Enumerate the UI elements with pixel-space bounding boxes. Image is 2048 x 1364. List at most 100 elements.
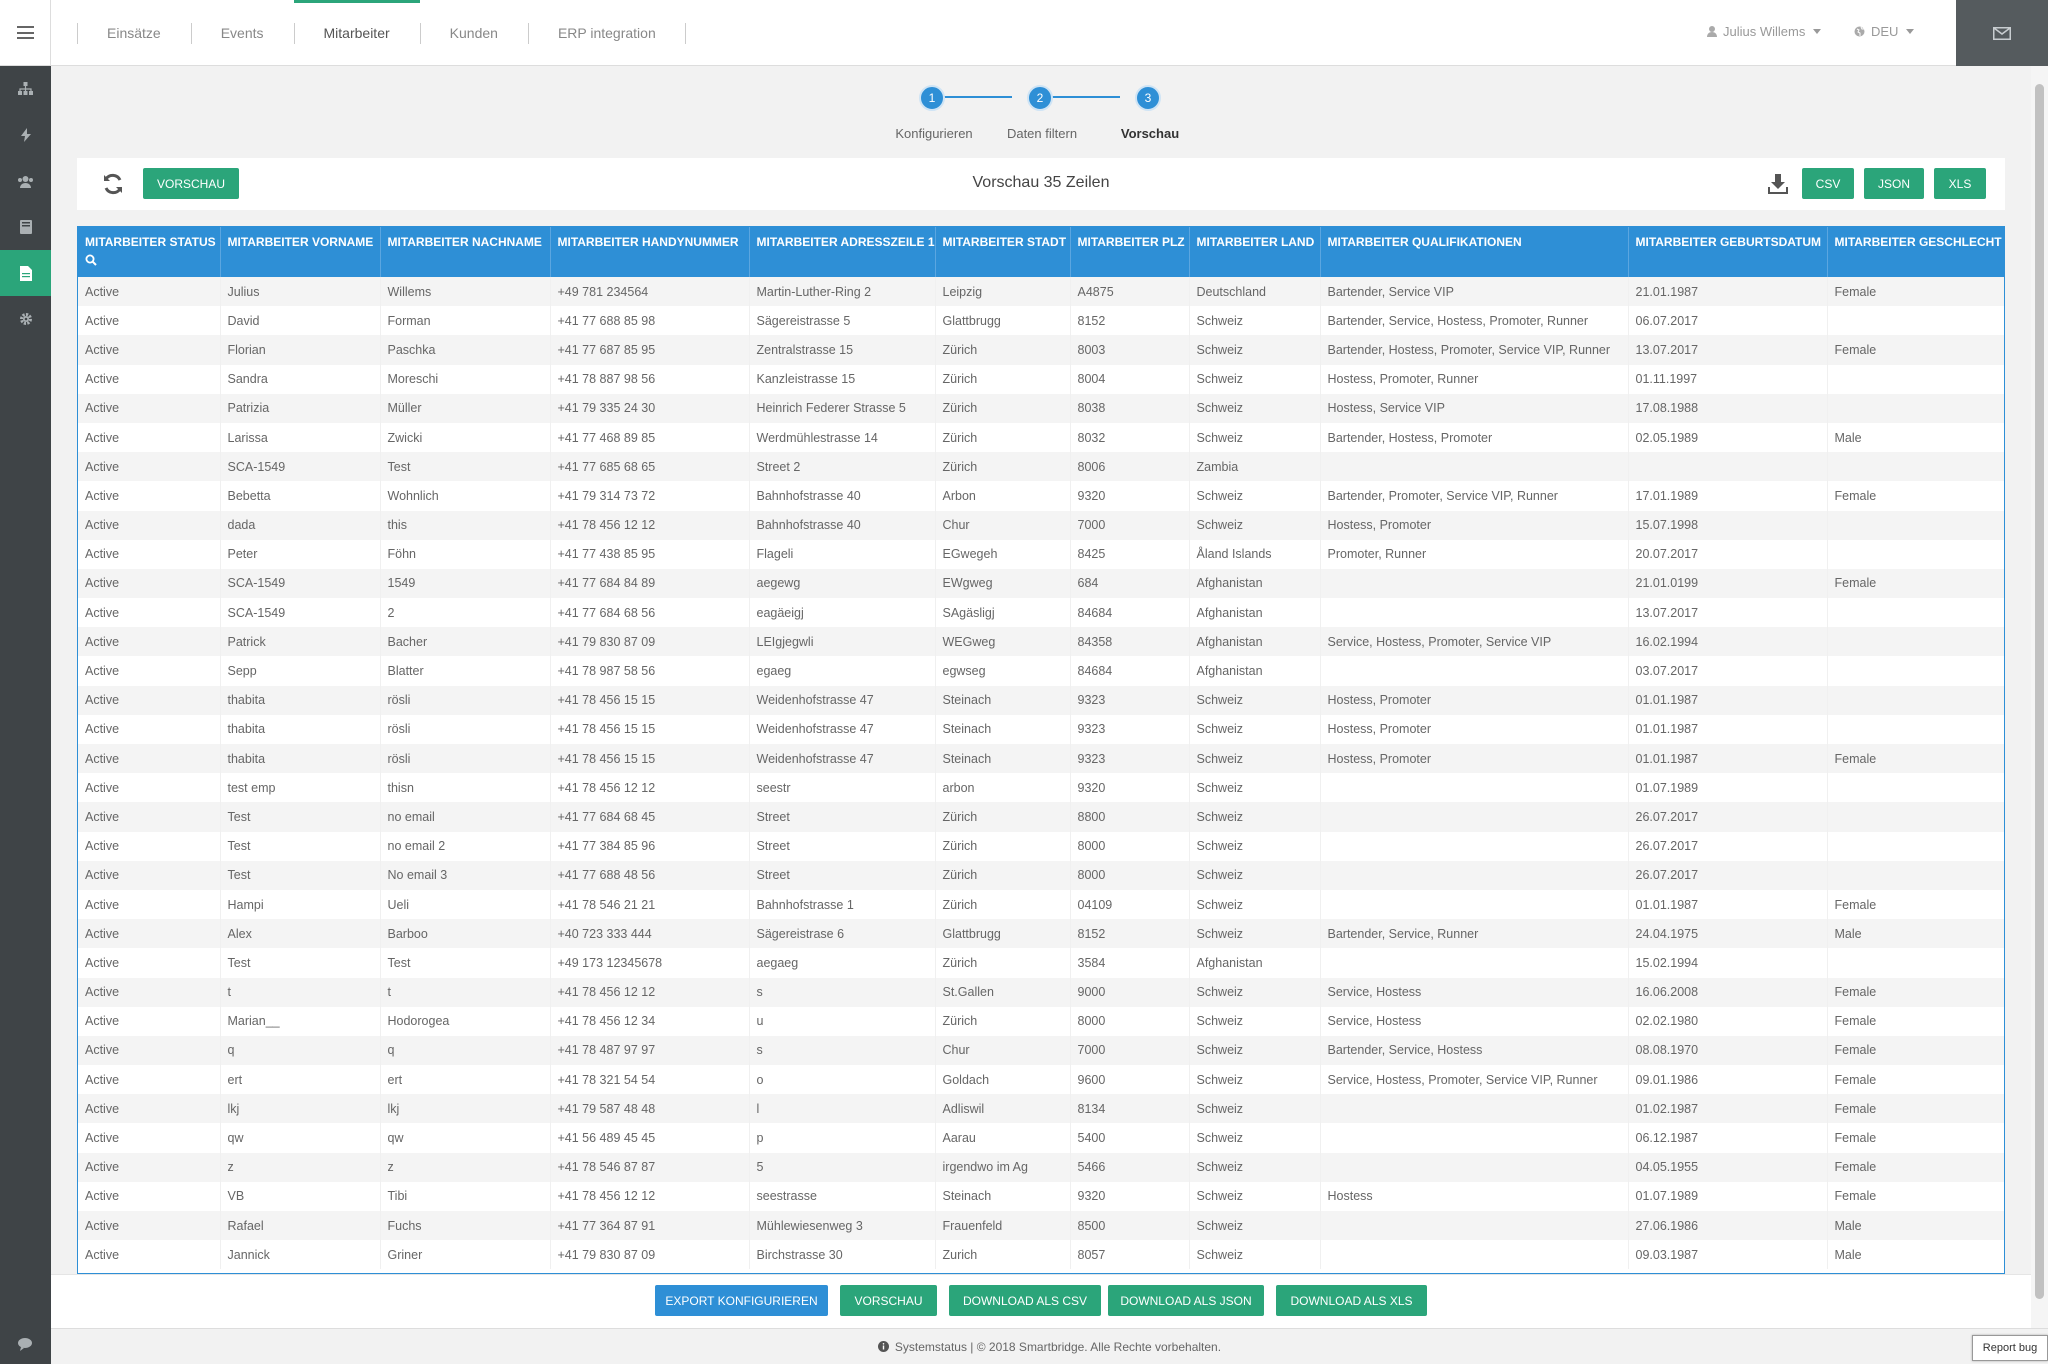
messages-button[interactable] — [1956, 0, 2048, 66]
table-cell: +41 79 335 24 30 — [550, 393, 750, 423]
table-cell: +41 77 364 87 91 — [550, 1211, 750, 1241]
table-cell — [1320, 1152, 1629, 1182]
table-cell: +41 56 489 45 45 — [550, 1123, 750, 1153]
column-header[interactable]: MITARBEITER GESCHLECHT — [1827, 227, 2004, 277]
table-cell: Forman — [380, 306, 551, 336]
table-cell: 26.07.2017 — [1628, 860, 1828, 890]
sidebar-item-bolt[interactable] — [0, 112, 51, 158]
table-row: Active Rafael Fuchs +41 77 364 87 91 Mühlewi… — [78, 1211, 2004, 1241]
step-1-circle[interactable]: 1 — [919, 85, 945, 111]
column-header[interactable]: MITARBEITER PLZ — [1070, 227, 1190, 277]
table-cell: Julius — [220, 277, 381, 307]
user-menu[interactable]: Julius Willems — [1707, 24, 1822, 39]
chevron-down-icon — [1906, 29, 1915, 34]
column-header[interactable]: MITARBEITER STADT — [935, 227, 1071, 277]
column-header[interactable]: MITARBEITER NACHNAME — [380, 227, 551, 277]
column-header[interactable]: MITARBEITER VORNAME — [220, 227, 381, 277]
table-cell: Schweiz — [1189, 422, 1321, 453]
chat-icon — [17, 1337, 32, 1351]
table-cell: +41 77 687 85 95 — [550, 335, 750, 365]
column-header[interactable]: MITARBEITER STATUS — [78, 227, 221, 277]
table-cell: Street — [749, 802, 936, 832]
table-cell: Hostess, Service VIP — [1320, 393, 1629, 423]
table-cell: +41 77 684 68 56 — [550, 598, 750, 628]
report-bug-button[interactable]: Report bug — [1972, 1335, 2048, 1361]
table-cell: Müller — [380, 393, 551, 423]
column-header[interactable]: MITARBEITER LAND — [1189, 227, 1321, 277]
step-3-circle[interactable]: 3 — [1135, 85, 1161, 111]
table-cell: Kanzleistrasse 15 — [749, 364, 936, 394]
scrollbar-thumb[interactable] — [2035, 84, 2044, 1299]
table-cell: dada — [220, 510, 381, 540]
table-cell: Female — [1827, 277, 2004, 307]
table-cell: Test — [220, 831, 381, 861]
sidebar-item-users[interactable] — [0, 158, 51, 204]
table-cell: Bartender, Service, Runner — [1320, 919, 1629, 949]
table-cell: Schweiz — [1189, 481, 1321, 511]
download-xls-button[interactable]: DOWNLOAD ALS XLS — [1276, 1285, 1427, 1316]
table-cell: Leipzig — [935, 277, 1071, 307]
sidebar-item-settings[interactable] — [0, 296, 51, 342]
sidebar-item-chat[interactable] — [0, 1324, 51, 1364]
bottom-preview-button[interactable]: VORSCHAU — [840, 1285, 937, 1316]
table-cell: Schweiz — [1189, 977, 1321, 1007]
tab-kunden[interactable]: Kunden — [419, 0, 528, 66]
language-menu[interactable]: DEU — [1854, 24, 1915, 39]
table-cell: rösli — [380, 714, 551, 744]
table-cell: Zürich — [935, 364, 1071, 394]
xls-button[interactable]: XLS — [1934, 168, 1986, 199]
hamburger-icon — [16, 26, 34, 39]
users-icon — [18, 175, 33, 188]
table-cell: 8500 — [1070, 1211, 1190, 1241]
tab-mitarbeiter[interactable]: Mitarbeiter — [293, 0, 420, 66]
envelope-icon — [1993, 26, 2011, 40]
download-json-button[interactable]: DOWNLOAD ALS JSON — [1108, 1285, 1264, 1316]
table-cell: Werdmühlestrasse 14 — [749, 422, 936, 453]
table-cell: Street — [749, 831, 936, 861]
page-scrollbar[interactable] — [2031, 66, 2048, 1328]
file-icon — [19, 265, 32, 281]
download-icon[interactable] — [1767, 173, 1789, 195]
json-button[interactable]: JSON — [1864, 168, 1924, 199]
csv-button[interactable]: CSV — [1802, 168, 1854, 199]
table-cell: Female — [1827, 481, 2004, 511]
column-header[interactable]: MITARBEITER GEBURTSDATUM — [1628, 227, 1828, 277]
download-csv-button[interactable]: DOWNLOAD ALS CSV — [949, 1285, 1101, 1316]
search-icon[interactable] — [85, 254, 97, 266]
table-cell: p — [749, 1123, 936, 1153]
table-cell: 08.08.1970 — [1628, 1035, 1828, 1066]
table-cell: q — [220, 1035, 381, 1066]
table-cell: SCA-1549 — [220, 452, 381, 482]
step-2-circle[interactable]: 2 — [1027, 85, 1053, 111]
column-header[interactable]: MITARBEITER HANDYNUMMER — [550, 227, 750, 277]
table-cell: Service, Hostess, Promoter, Service VIP,… — [1320, 1065, 1629, 1095]
table-cell: Sägereistrase 6 — [749, 919, 936, 949]
table-cell: Schweiz — [1189, 802, 1321, 832]
table-cell: +41 78 456 12 34 — [550, 1006, 750, 1036]
table-cell: 17.01.1989 — [1628, 481, 1828, 511]
table-cell: +41 79 830 87 09 — [550, 627, 750, 657]
tab-erp-integration[interactable]: ERP integration — [527, 0, 686, 66]
column-header[interactable]: MITARBEITER ADRESSZEILE 1 — [749, 227, 936, 277]
table-cell: 24.04.1975 — [1628, 919, 1828, 949]
export-configure-button[interactable]: EXPORT KONFIGURIEREN — [655, 1285, 828, 1316]
tab-events[interactable]: Events — [190, 0, 294, 66]
table-cell: Bartender, Hostess, Promoter — [1320, 422, 1629, 453]
table-cell: +49 781 234564 — [550, 277, 750, 307]
hamburger-menu-button[interactable] — [0, 0, 51, 66]
column-header[interactable]: MITARBEITER QUALIFIKATIONEN — [1320, 227, 1629, 277]
table-cell: egwseg — [935, 656, 1071, 686]
sidebar-item-book[interactable] — [0, 204, 51, 250]
table-cell: 26.07.2017 — [1628, 831, 1828, 861]
tab-einsaetze[interactable]: Einsätze — [77, 0, 191, 66]
table-cell: o — [749, 1065, 936, 1095]
table-cell: Street 2 — [749, 452, 936, 482]
sidebar-item-file[interactable] — [0, 250, 51, 296]
table-cell: 04.05.1955 — [1628, 1152, 1828, 1182]
table-cell: Active — [78, 422, 221, 453]
table-cell: Active — [78, 1123, 221, 1153]
table-cell: 06.12.1987 — [1628, 1123, 1828, 1153]
sidebar-item-sitemap[interactable] — [0, 66, 51, 112]
table-row: Active Alex Barboo +40 723 333 444 Sägereist… — [78, 919, 2004, 949]
table-cell: 13.07.2017 — [1628, 598, 1828, 628]
